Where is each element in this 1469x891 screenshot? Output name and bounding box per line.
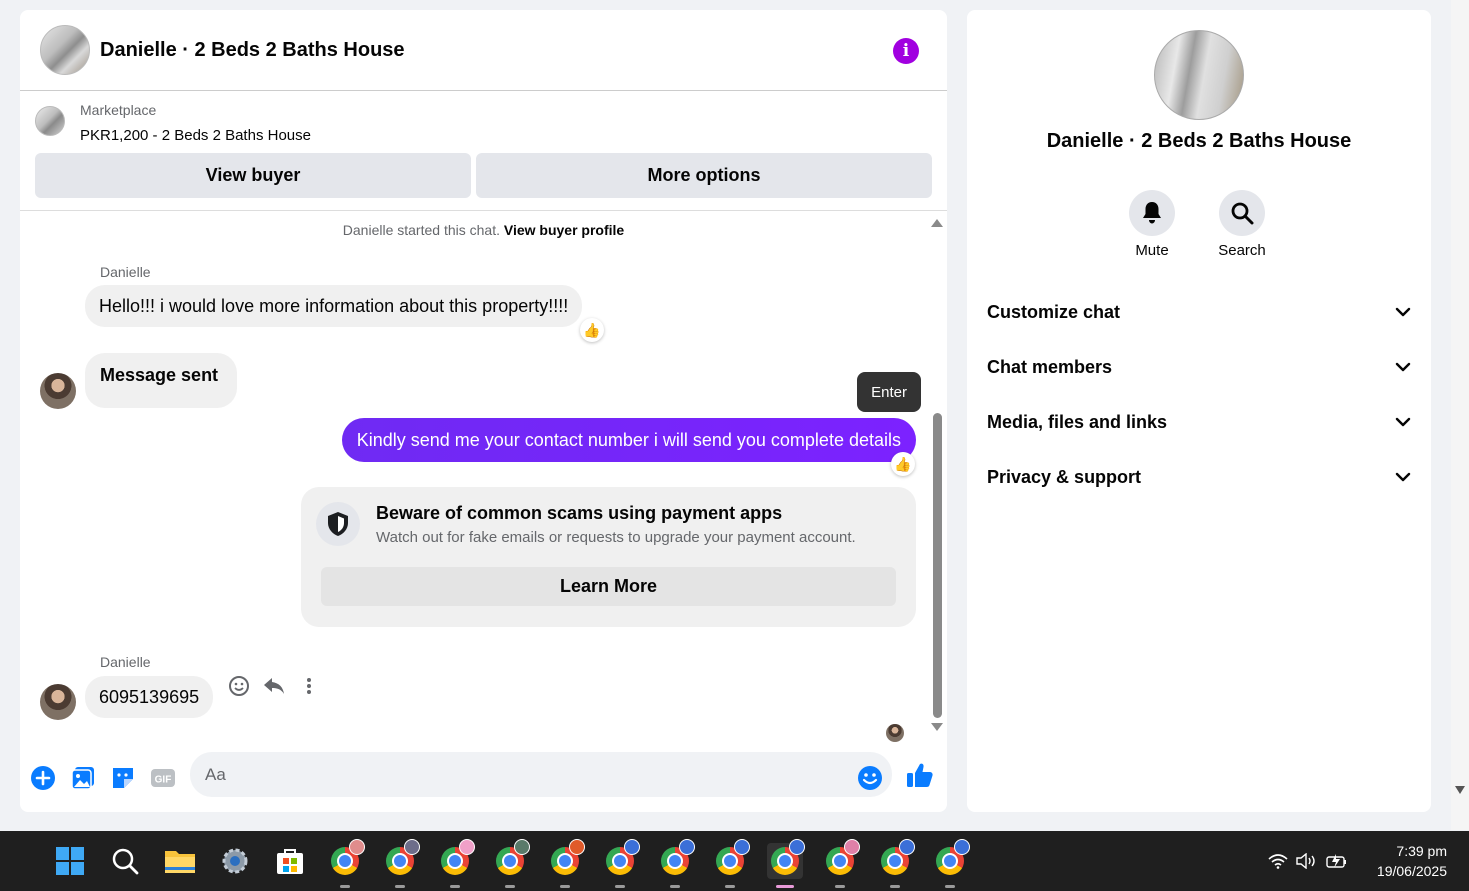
svg-text:GIF: GIF [155,775,172,786]
profile-name: Danielle · 2 Beds 2 Baths House [1046,130,1352,152]
view-buyer-button[interactable]: View buyer [35,153,471,198]
chrome-icon[interactable] [382,839,420,888]
chrome-icon[interactable] [492,839,530,888]
marketplace-label: Marketplace [80,102,157,118]
learn-more-button[interactable]: Learn More [321,567,896,606]
listing-title[interactable]: PKR1,200 - 2 Beds 2 Baths House [80,127,311,144]
message-bubble[interactable]: Message sent [85,353,238,408]
chrome-icon-active[interactable] [767,839,805,888]
search-label: Search [1218,242,1266,259]
chat-avatar[interactable] [40,25,90,75]
emoji-icon[interactable] [856,764,884,792]
reply-icon[interactable] [262,674,286,698]
file-explorer-icon[interactable] [162,843,198,879]
thumbs-up-reaction[interactable]: 👍 [891,452,915,476]
taskbar: 7:39 pm 19/06/2025 [0,831,1469,891]
chat-members-section[interactable]: Chat members [987,347,1411,387]
chrome-icon[interactable] [547,839,585,888]
seen-avatar [886,724,904,742]
chat-title[interactable]: Danielle · 2 Beds 2 Baths House [100,39,405,62]
settings-icon[interactable] [217,843,253,879]
scroll-up-icon[interactable] [931,219,943,227]
battery-icon[interactable] [1326,851,1348,871]
search-icon[interactable] [1219,190,1265,236]
shield-icon [316,502,360,546]
add-icon[interactable] [29,764,57,792]
chrome-icon[interactable] [877,839,915,888]
clock-time: 7:39 pm [1396,843,1447,859]
scam-warning-card: Beware of common scams using payment app… [301,487,916,627]
like-icon[interactable] [905,760,935,790]
react-icon[interactable] [227,674,251,698]
window-scrollbar[interactable] [1451,0,1469,830]
chrome-icon[interactable] [822,839,860,888]
scrollbar-thumb[interactable] [933,413,942,718]
chrome-icon[interactable] [932,839,970,888]
bell-icon[interactable] [1129,190,1175,236]
chrome-icon[interactable] [657,839,695,888]
scroll-down-icon[interactable] [1455,786,1465,794]
view-buyer-profile-link[interactable]: View buyer profile [504,222,624,238]
chrome-icon[interactable] [602,839,640,888]
photo-icon[interactable] [69,764,97,792]
search-button[interactable]: Search [1202,190,1282,259]
message-input[interactable]: Aa [190,752,892,797]
thumbs-up-reaction[interactable]: 👍 [580,318,604,342]
sender-name: Danielle [100,654,151,670]
chrome-icon[interactable] [437,839,475,888]
media-files-links-section[interactable]: Media, files and links [987,402,1411,442]
gif-icon[interactable]: GIF [149,764,177,792]
listing-thumbnail[interactable] [35,106,65,136]
chat-header: Danielle · 2 Beds 2 Baths House i [20,10,947,91]
chevron-down-icon [1395,417,1411,427]
avatar[interactable] [40,684,76,720]
profile-avatar[interactable] [1154,30,1244,120]
sticker-icon[interactable] [109,764,137,792]
scam-title: Beware of common scams using payment app… [376,503,783,523]
more-options-button[interactable]: More options [476,153,932,198]
composer: GIF Aa [20,752,947,812]
volume-icon[interactable] [1296,851,1318,871]
more-icon[interactable] [297,674,321,698]
system-clock[interactable]: 7:39 pm 19/06/2025 [1377,841,1447,881]
chevron-down-icon [1395,472,1411,482]
message-bubble-outgoing[interactable]: Kindly send me your contact number i wil… [341,418,916,462]
sender-name: Danielle [100,264,151,280]
customize-chat-section[interactable]: Customize chat [987,292,1411,332]
system-note: Danielle started this chat. View buyer p… [342,222,625,238]
message-bubble[interactable]: 6095139695 [85,676,214,718]
scroll-down-icon[interactable] [931,723,943,731]
tooltip: Enter [857,372,921,412]
wifi-icon[interactable] [1267,851,1289,871]
avatar[interactable] [40,373,76,409]
microsoft-store-icon[interactable] [272,843,308,879]
chevron-down-icon [1395,307,1411,317]
windows-start-icon[interactable] [52,843,88,879]
chevron-down-icon [1395,362,1411,372]
search-icon[interactable] [107,843,143,879]
chrome-icon[interactable] [327,839,365,888]
chat-info-panel: Danielle · 2 Beds 2 Baths House Mute Sea… [967,10,1431,812]
message-list: Danielle started this chat. View buyer p… [20,212,947,752]
message-bubble[interactable]: Hello!!! i would love more information a… [85,285,583,327]
mute-button[interactable]: Mute [1112,190,1192,259]
privacy-support-section[interactable]: Privacy & support [987,457,1411,497]
scam-text: Watch out for fake emails or requests to… [376,529,856,546]
chrome-icon[interactable] [712,839,750,888]
scrollbar[interactable] [928,215,943,745]
mute-label: Mute [1135,242,1169,259]
clock-date: 19/06/2025 [1376,863,1447,879]
info-icon[interactable]: i [893,38,919,64]
chat-panel: Danielle · 2 Beds 2 Baths House i Market… [20,10,947,812]
